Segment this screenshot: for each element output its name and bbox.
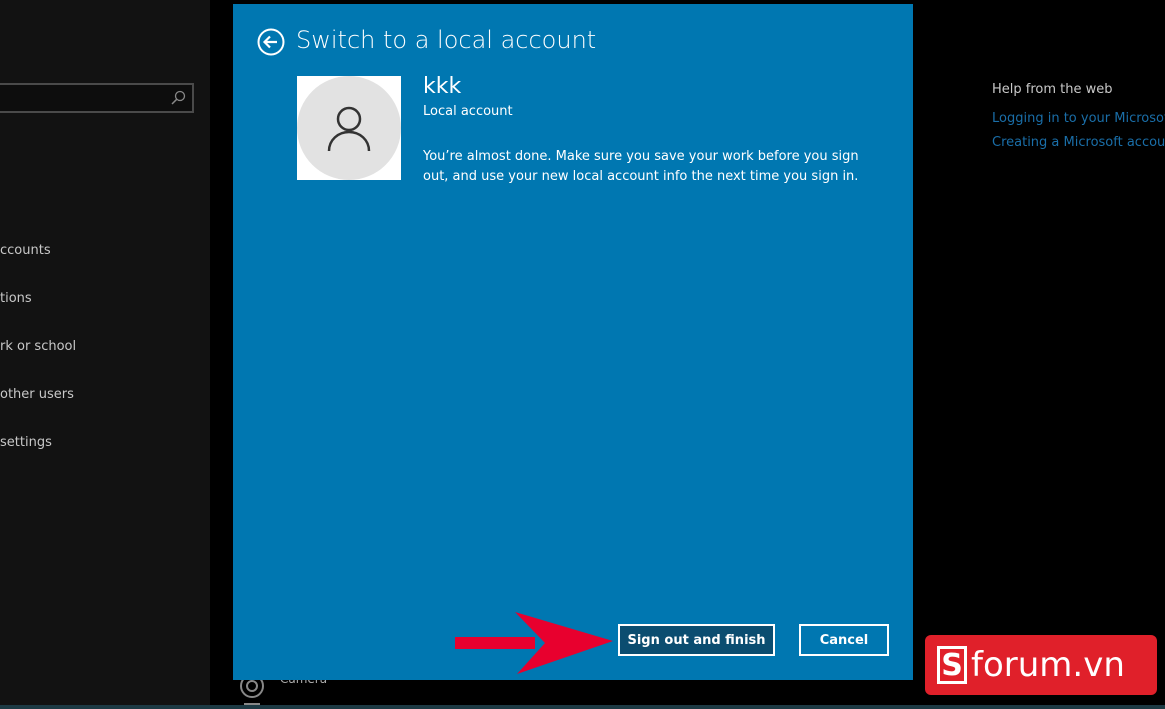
sign-out-and-finish-button[interactable]: Sign out and finish <box>618 624 775 656</box>
logo-letter: S <box>937 646 967 684</box>
taskbar-edge <box>0 705 1165 709</box>
avatar <box>297 76 401 180</box>
dialog-message: You’re almost done. Make sure you save y… <box>423 149 859 184</box>
help-title: Help from the web <box>992 82 1113 97</box>
sidebar-item-options[interactable]: tions <box>0 291 32 306</box>
sforum-watermark-logo: S forum.vn <box>925 635 1157 695</box>
red-arrow-annotation <box>455 612 613 674</box>
logo-text: forum.vn <box>971 645 1125 685</box>
account-type: Local account <box>423 104 513 119</box>
switch-local-account-dialog: Switch to a local account kkk Local acco… <box>233 4 913 680</box>
sidebar-item-work-or-school[interactable]: rk or school <box>0 339 76 354</box>
help-link[interactable]: Logging in to your Microsoft <box>992 111 1165 126</box>
user-icon <box>327 106 371 152</box>
dialog-title: Switch to a local account <box>296 26 597 54</box>
sidebar-item-settings[interactable]: settings <box>0 435 52 450</box>
help-panel: Help from the web Logging in to your Mic… <box>992 82 1165 159</box>
sidebar-item-accounts[interactable]: ccounts <box>0 243 51 258</box>
settings-sidebar: ccounts tions rk or school other users s… <box>0 0 210 709</box>
search-input[interactable] <box>0 83 194 113</box>
search-icon <box>171 90 186 105</box>
cancel-button[interactable]: Cancel <box>799 624 889 656</box>
user-name: kkk <box>423 74 462 99</box>
help-link[interactable]: Creating a Microsoft account <box>992 135 1165 150</box>
back-arrow-icon[interactable] <box>257 28 285 56</box>
sidebar-item-other-users[interactable]: other users <box>0 387 74 402</box>
